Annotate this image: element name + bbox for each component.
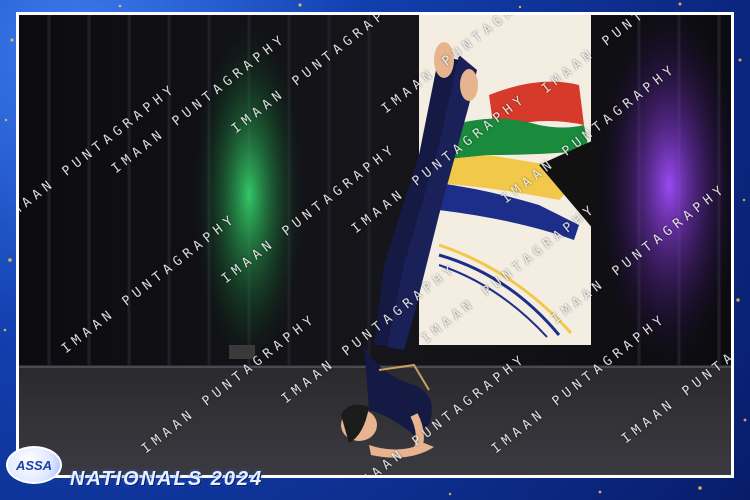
floor-lamp (229, 345, 255, 359)
logo-text: ASSA (15, 457, 53, 473)
green-stage-light (194, 25, 304, 365)
stage-photo: IMAAN PUNTAGRAPHY IMAAN PUNTAGRAPHY IMAA… (16, 12, 734, 478)
stage-scene (19, 15, 731, 475)
decorative-frame: IMAAN PUNTAGRAPHY IMAAN PUNTAGRAPHY IMAA… (0, 0, 750, 500)
event-banner: NATIONALS 2024 (70, 468, 264, 490)
assa-logo: ASSA (6, 446, 62, 484)
